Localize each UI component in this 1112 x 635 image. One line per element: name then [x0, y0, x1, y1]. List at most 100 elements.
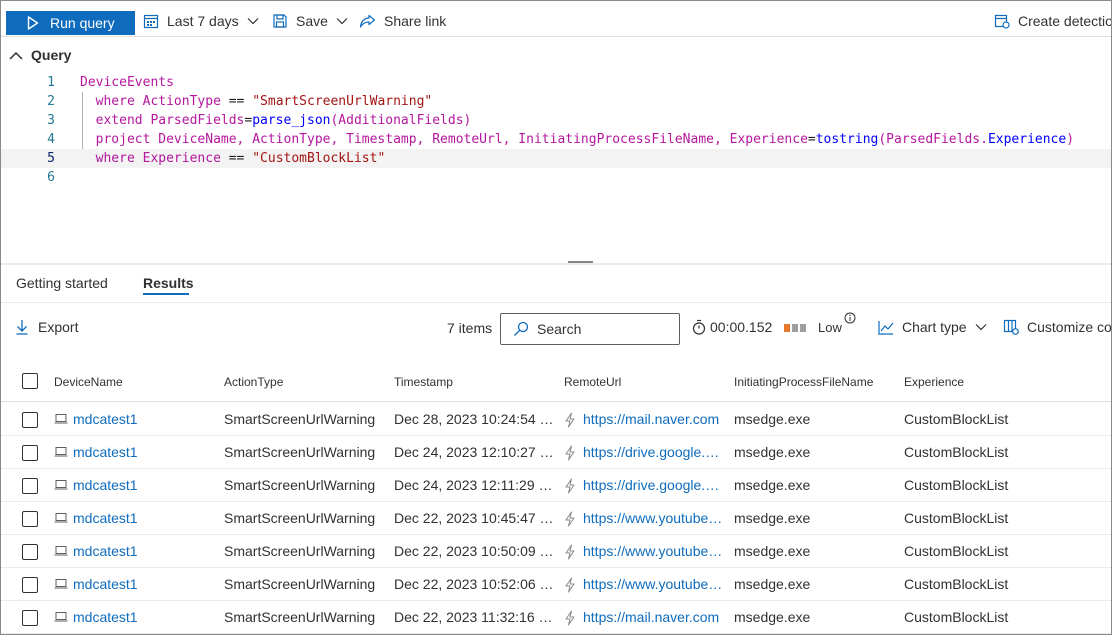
- table-row[interactable]: mdcatest1 SmartScreenUrlWarning Dec 24, 20…: [1, 436, 1111, 469]
- process-file-cell: msedge.exe: [734, 477, 811, 493]
- lightning-icon: [565, 412, 575, 428]
- column-header-experience[interactable]: Experience: [904, 375, 964, 389]
- timestamp-cell: Dec 22, 2023 11:32:16 …: [394, 609, 553, 625]
- active-tab-indicator: [143, 293, 189, 295]
- table-row[interactable]: mdcatest1 SmartScreenUrlWarning Dec 22, 20…: [1, 502, 1111, 535]
- time-range-dropdown[interactable]: Last 7 days: [143, 13, 259, 29]
- device-name-link[interactable]: mdcatest1: [73, 477, 168, 493]
- tab-results[interactable]: Results: [143, 275, 194, 291]
- action-type-cell: SmartScreenUrlWarning: [224, 477, 376, 493]
- row-checkbox[interactable]: [22, 478, 38, 494]
- process-file-cell: msedge.exe: [734, 411, 811, 427]
- info-icon[interactable]: [844, 312, 856, 324]
- share-link-button[interactable]: Share link: [359, 13, 446, 29]
- share-link-label: Share link: [384, 13, 447, 29]
- resource-usage-label: Low: [818, 320, 842, 335]
- results-table-header: DeviceName ActionType Timestamp RemoteUr…: [1, 364, 1111, 402]
- row-checkbox[interactable]: [22, 577, 38, 593]
- remote-url-link[interactable]: https://mail.naver.com: [583, 411, 725, 427]
- elapsed-time: 00:00.152: [692, 319, 772, 335]
- row-checkbox[interactable]: [22, 412, 38, 428]
- device-name-link[interactable]: mdcatest1: [73, 576, 168, 592]
- timestamp-cell: Dec 22, 2023 10:45:47 …: [394, 510, 554, 526]
- lightning-icon: [565, 544, 575, 560]
- pane-resize-handle[interactable]: [568, 261, 593, 265]
- code-line-3: 3 | extend ParsedFields=parse_json(Addit…: [1, 111, 1111, 130]
- table-row[interactable]: mdcatest1 SmartScreenUrlWarning Dec 28, 20…: [1, 403, 1111, 436]
- table-row[interactable]: mdcatest1 SmartScreenUrlWarning Dec 24, 20…: [1, 469, 1111, 502]
- column-header-devicename[interactable]: DeviceName: [54, 375, 123, 389]
- device-name-link[interactable]: mdcatest1: [73, 411, 168, 427]
- remote-url-link[interactable]: https://www.youtube.…: [583, 576, 725, 592]
- column-header-remoteurl[interactable]: RemoteUrl: [564, 375, 621, 389]
- query-editor[interactable]: 1 DeviceEvents 2 | where ActionType == "…: [1, 73, 1111, 188]
- share-icon: [359, 14, 376, 28]
- query-toolbar: Run query Last 7 days Save Share link Cr…: [1, 1, 1111, 37]
- chevron-up-icon: [9, 51, 23, 60]
- column-header-timestamp[interactable]: Timestamp: [394, 375, 453, 389]
- columns-icon: [1003, 319, 1019, 335]
- table-row[interactable]: mdcatest1 SmartScreenUrlWarning Dec 22, 20…: [1, 535, 1111, 568]
- row-checkbox[interactable]: [22, 445, 38, 461]
- results-search-input[interactable]: Search: [500, 313, 680, 345]
- timestamp-cell: Dec 22, 2023 10:52:06 …: [394, 576, 554, 592]
- device-name-link[interactable]: mdcatest1: [73, 609, 168, 625]
- laptop-icon: [54, 513, 68, 523]
- row-checkbox[interactable]: [22, 610, 38, 626]
- remote-url-link[interactable]: https://drive.google.c…: [583, 444, 725, 460]
- remote-url-link[interactable]: https://drive.google.c…: [583, 477, 725, 493]
- query-section-toggle[interactable]: Query: [9, 47, 71, 63]
- chevron-down-icon: [975, 324, 987, 331]
- code-line-6: 6: [1, 168, 1111, 187]
- play-icon: [27, 16, 39, 30]
- line-number: 4: [47, 132, 55, 147]
- line-number: 2: [47, 94, 55, 109]
- line-number: 5: [47, 151, 55, 166]
- action-type-cell: SmartScreenUrlWarning: [224, 609, 376, 625]
- usage-bar-empty: [792, 323, 798, 332]
- process-file-cell: msedge.exe: [734, 510, 811, 526]
- row-checkbox[interactable]: [22, 544, 38, 560]
- lightning-icon: [565, 577, 575, 593]
- row-checkbox[interactable]: [22, 511, 38, 527]
- device-name-link[interactable]: mdcatest1: [73, 444, 168, 460]
- code-text: | where ActionType == "SmartScreenUrlWar…: [80, 94, 433, 109]
- tab-getting-started[interactable]: Getting started: [16, 275, 108, 291]
- action-type-cell: SmartScreenUrlWarning: [224, 444, 376, 460]
- timestamp-cell: Dec 24, 2023 12:11:29 P…: [394, 477, 558, 493]
- tabs-divider: [1, 302, 1111, 303]
- experience-cell: CustomBlockList: [904, 576, 1009, 592]
- chart-type-dropdown[interactable]: Chart type: [878, 319, 987, 335]
- laptop-icon: [54, 414, 68, 424]
- device-name-link[interactable]: mdcatest1: [73, 510, 168, 526]
- column-header-initiatingprocessfilename[interactable]: InitiatingProcessFileName: [734, 375, 873, 389]
- remote-url-link[interactable]: https://www.youtube.…: [583, 510, 725, 526]
- timestamp-cell: Dec 28, 2023 10:24:54 …: [394, 411, 554, 427]
- timestamp-cell: Dec 22, 2023 10:50:09 …: [394, 543, 554, 559]
- timestamp-cell: Dec 24, 2023 12:10:27 P…: [394, 444, 558, 460]
- create-detection-rule-button[interactable]: Create detection rule: [994, 13, 1111, 29]
- select-all-checkbox[interactable]: [22, 373, 38, 389]
- run-query-label: Run query: [50, 15, 115, 31]
- experience-cell: CustomBlockList: [904, 477, 1009, 493]
- device-name-link[interactable]: mdcatest1: [73, 543, 168, 559]
- lightning-icon: [565, 478, 575, 494]
- action-type-cell: SmartScreenUrlWarning: [224, 576, 376, 592]
- code-text: DeviceEvents: [80, 75, 174, 90]
- stopwatch-icon: [692, 319, 706, 335]
- export-button[interactable]: Export: [16, 319, 78, 335]
- advanced-hunting-window: Run query Last 7 days Save Share link Cr…: [0, 0, 1112, 635]
- table-row[interactable]: mdcatest1 SmartScreenUrlWarning Dec 22, 20…: [1, 601, 1111, 634]
- run-query-button[interactable]: Run query: [6, 11, 135, 35]
- table-row[interactable]: mdcatest1 SmartScreenUrlWarning Dec 22, 20…: [1, 568, 1111, 601]
- save-dropdown[interactable]: Save: [272, 13, 348, 29]
- search-placeholder: Search: [537, 321, 582, 337]
- pane-divider: [1, 263, 1111, 265]
- column-header-actiontype[interactable]: ActionType: [224, 375, 283, 389]
- action-type-cell: SmartScreenUrlWarning: [224, 510, 376, 526]
- customize-columns-button[interactable]: Customize columns: [1003, 319, 1111, 335]
- remote-url-link[interactable]: https://mail.naver.com: [583, 609, 725, 625]
- experience-cell: CustomBlockList: [904, 543, 1009, 559]
- remote-url-link[interactable]: https://www.youtube.…: [583, 543, 725, 559]
- process-file-cell: msedge.exe: [734, 444, 811, 460]
